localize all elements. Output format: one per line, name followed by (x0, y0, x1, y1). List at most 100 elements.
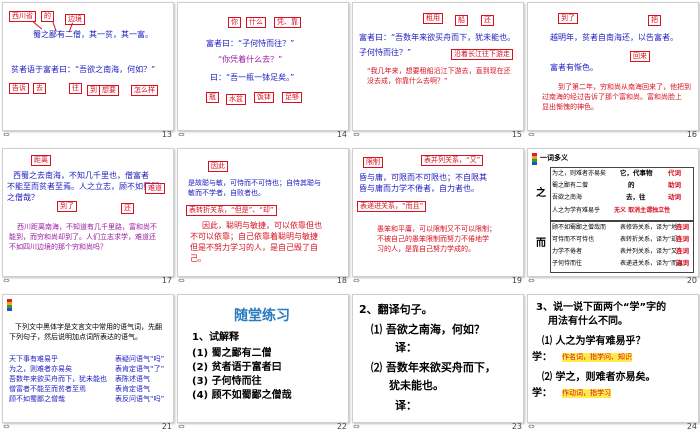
annot-box: 难道 (145, 183, 165, 194)
table-cell: 它，代事物 (620, 169, 653, 177)
table-cell: 去，往 (626, 193, 646, 201)
slide-transition-icon[interactable]: ⇔ (528, 422, 535, 431)
annot-box: 把 (648, 15, 661, 26)
slide-number: 18 (336, 276, 347, 285)
slide-text: “你凭着什么去？” (218, 55, 283, 64)
slide-24-thumbnail[interactable]: 3、说一说下面两个“学”字的 用法有什么不同。 ⑴ 人之为学有难易乎？ 学： 作… (527, 294, 699, 423)
slide-transition-icon[interactable]: ⇔ (178, 276, 185, 285)
list-item: (1) 蜀之鄙有二僧 (192, 348, 272, 359)
table-cell: 动词 (668, 193, 681, 201)
slide-18-thumbnail[interactable]: 因此 是故聪与敏，可恃而不可恃也；自恃其聪与 敏而不学者，自败者也。 表转折关系… (177, 148, 349, 277)
slide-21-footer: ⇔ 21 (2, 422, 174, 431)
slide-21-thumbnail[interactable]: 下列文中黑体字是文言文中常用的语气词，先翻 下列句子，然后说明加点词所表达的语气… (2, 294, 174, 423)
table-cell: 连词 (676, 247, 689, 255)
color-stripe (7, 308, 12, 311)
slide-23-thumbnail[interactable]: 2、翻译句子。 ⑴ 吾欲之南海，何如？ 译： ⑵ 吾数年来欲买舟而下， 犹未能也… (352, 294, 524, 423)
slide-text: 不可以依靠；自己依靠着聪明与敏捷 (190, 232, 318, 241)
slide-text: 贫者语于富者曰：“吾欲之南海，何如？” (11, 65, 156, 74)
slide-text: 蜀之鄙有二僧，其一贫，其一富。 (33, 30, 153, 39)
color-stripe (532, 162, 537, 165)
table-cell: 连词 (676, 259, 689, 267)
list-item: 天下事有难易乎 (9, 355, 58, 363)
slide-19-footer: ⇔ 19 (352, 276, 524, 285)
annot-box: 租用 (423, 13, 443, 24)
annot-box: 限制 (363, 157, 383, 168)
annot-box: 距离 (31, 155, 51, 166)
slide-transition-icon[interactable]: ⇔ (353, 422, 360, 431)
annot-box: 还 (481, 15, 494, 26)
slide-transition-icon[interactable]: ⇔ (528, 130, 535, 139)
table-cell: 连词 (676, 235, 689, 243)
slide-17-footer: ⇔ 17 (2, 276, 174, 285)
slide-text: 西蜀之去南海，不知几千里也，僧富者 (13, 171, 149, 180)
table-cell: 表并列关系，译为“又” (620, 248, 681, 255)
table-cell: 人之为学有难易乎 (552, 207, 601, 214)
slide-text: “我几年来，想要租船沿江下游去，直到现在还 (367, 67, 511, 75)
slide-17-thumbnail[interactable]: 距离 西蜀之去南海，不知几千里也，僧富者 不能至而贫者至焉。人之立志，顾不如蜀鄙… (2, 148, 174, 277)
slide-transition-icon[interactable]: ⇔ (3, 130, 10, 139)
slide-text: 下列句子，然后说明加点词所表达的语气。 (9, 333, 142, 341)
slide-15-thumbnail[interactable]: 租用 船 还 富者曰：“吾数年来欲买舟而下，犹未能也。 子何恃而往？” 沿着长江… (352, 2, 524, 131)
annot-box: 表并列关系，“又” (421, 155, 484, 166)
table-cell: 子何恃而往 (552, 260, 583, 267)
slide-text: 过南海的经过告诉了那个富和尚。富和尚脸上 (542, 93, 682, 101)
annot-box: 怎么样 (131, 85, 158, 96)
annot-box: 足够 (282, 92, 302, 103)
annot-box: 瓶 (206, 92, 219, 103)
annot-box: 沿着长江往下游走 (451, 49, 513, 60)
annot-connector (32, 21, 43, 30)
slide-text: 昏与庸，可限而不可限也；不自限其 (359, 173, 487, 182)
slide-text: 显出惭愧的神色。 (542, 103, 598, 111)
table-cell: 表转折关系，译为“却” (620, 236, 681, 243)
slide-text: 习的人，是靠自己努力学成的。 (377, 245, 475, 253)
slide-transition-icon[interactable]: ⇔ (3, 276, 10, 285)
table-cell: 的 (628, 181, 635, 189)
slide-number: 22 (336, 422, 347, 431)
table-cell: 蜀之鄙有二僧 (552, 182, 589, 189)
answer-label: 译： (395, 399, 417, 412)
list-item: 顾不如蜀鄙之僧哉 (9, 395, 65, 403)
slide-transition-icon[interactable]: ⇔ (3, 422, 10, 431)
slide-text: 到了第二年，穷和尚从南海回来了，他把到 (558, 83, 691, 91)
list-item: 僧富者不能至而贫者至焉 (9, 385, 86, 393)
slide-23-footer: ⇔ 23 (352, 422, 524, 431)
table-char: 之 (536, 188, 546, 199)
annot-box: 告诉 (9, 83, 29, 94)
table-cell: 可恃而不可恃也 (552, 236, 595, 243)
slide-transition-icon[interactable]: ⇔ (178, 130, 185, 139)
slide-13-thumbnail[interactable]: 西川省 的 边境 蜀之鄙有二僧，其一贫，其一富。 贫者语于富者曰：“吾欲之南海，… (2, 2, 174, 131)
answer-label: 学： (532, 388, 552, 399)
slide-transition-icon[interactable]: ⇔ (178, 422, 185, 431)
slide-heading: 用法有什么不同。 (548, 316, 628, 327)
slide-transition-icon[interactable]: ⇔ (353, 276, 360, 285)
list-item: 为之，则难者亦易矣 (9, 365, 72, 373)
question-text: ⑴ 吾欲之南海，何如？ (371, 323, 485, 336)
slide-transition-icon[interactable]: ⇔ (528, 276, 535, 285)
list-item: 吾数年来欲买舟而下，犹未能也 (9, 375, 107, 383)
slide-heading: 2、翻译句子。 (359, 303, 433, 316)
slide-text: 西川距离南海，不知道有几千里路，富和尚不 (17, 223, 157, 231)
slide-16-footer: ⇔ 16 (527, 130, 699, 139)
slide-transition-icon[interactable]: ⇔ (353, 130, 360, 139)
annot-box: 凭、靠 (274, 17, 301, 28)
slide-text: 因此，聪明与敏捷，可以依靠但也 (202, 221, 322, 230)
slide-text: 富者有惭色。 (550, 63, 598, 72)
slide-22-thumbnail[interactable]: 随堂练习 1、试解释 (1) 蜀之鄙有二僧 (2) 贫者语于富者曰 (3) 子何… (177, 294, 349, 423)
slide-heading: 3、说一说下面两个“学”字的 (536, 302, 667, 313)
slide-16-thumbnail[interactable]: 到了 把 越明年，贫者自南海还，以告富者。 回来 富者有惭色。 到了第二年，穷和… (527, 2, 699, 131)
question-text: ⑵ 学之，则难者亦易矣。 (542, 372, 656, 383)
table-cell: 为之，则难者亦易矣 (552, 170, 607, 177)
slide-20-thumbnail[interactable]: 一词多义 之 而 为之，则难者亦易矣 它，代事物 代词 蜀之鄙有二僧 的 助词 … (527, 148, 699, 277)
slide-text: 富者曰：“子何恃而往？” (206, 39, 295, 48)
slide-text: 不如四川边境的那个穷和尚吗？ (9, 243, 107, 251)
annot-box: 水盆 (226, 94, 246, 105)
slide-14-thumbnail[interactable]: 你 什么 凭、靠 富者曰：“子何恃而往？” “你凭着什么去？” 曰：“吾一瓶一钵… (177, 2, 349, 131)
slide-19-thumbnail[interactable]: 限制 表并列关系，“又” 昏与庸，可限而不可限也；不自限其 昏与庸而力学不倦者，… (352, 148, 524, 277)
slide-text: 昏与庸而力学不倦者，自力者也。 (359, 184, 479, 193)
slide-14-footer: ⇔ 14 (177, 130, 349, 139)
annot-box: 还 (121, 203, 134, 214)
slide-text: 子何恃而往？” (359, 48, 412, 57)
slide-24-footer: ⇔ 24 (527, 422, 699, 431)
annot-box: 去 (33, 83, 46, 94)
slide-number: 24 (686, 422, 697, 431)
